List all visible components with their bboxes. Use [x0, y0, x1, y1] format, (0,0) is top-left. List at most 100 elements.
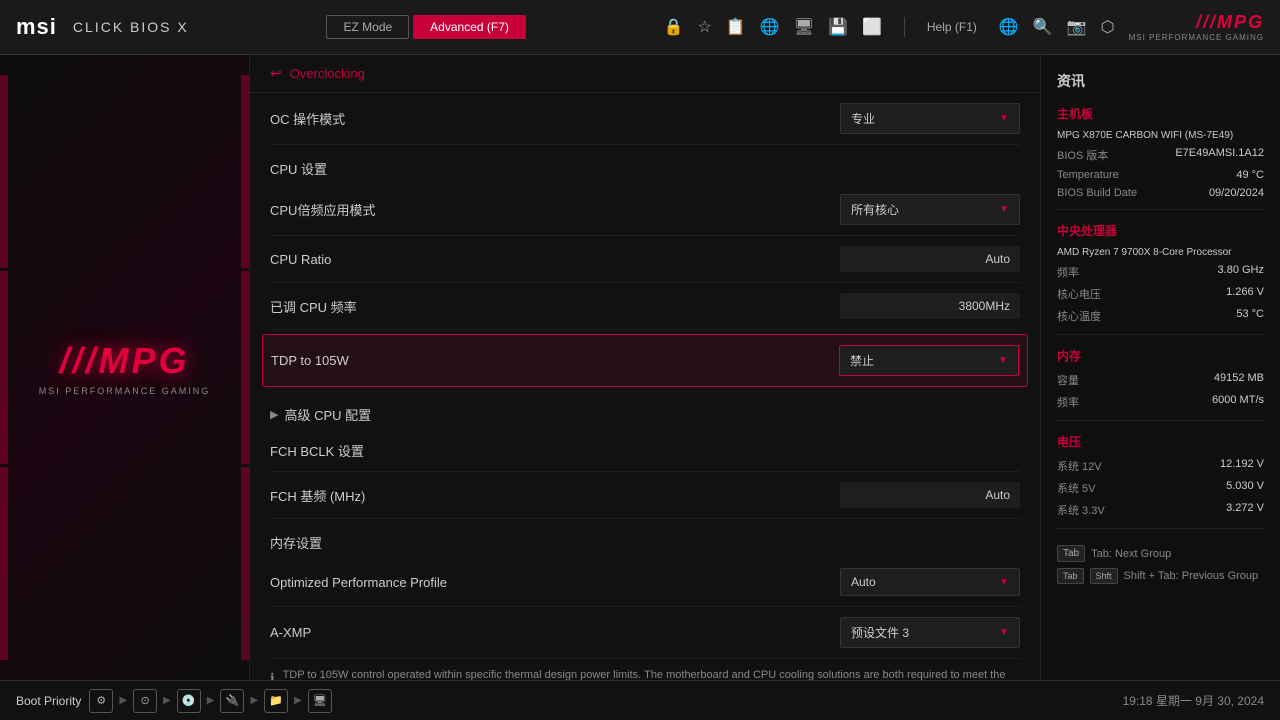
breadcrumb-label[interactable]: Overclocking	[290, 66, 365, 81]
help-button[interactable]: Help (F1)	[927, 20, 977, 34]
capacity-label: 容量	[1057, 372, 1079, 388]
optimized-profile-row: Optimized Performance Profile Auto ▼	[270, 558, 1020, 607]
chip-icon[interactable]: ⬜	[862, 17, 882, 37]
oc-mode-row: OC 操作模式 专业 ▼	[270, 93, 1020, 145]
motherboard-name-row: MPG X870E CARBON WIFI (MS-7E49)	[1057, 130, 1264, 141]
header-nav: EZ Mode Advanced (F7)	[326, 15, 525, 39]
cpu-ratio-row: CPU Ratio Auto	[270, 236, 1020, 283]
camera-icon[interactable]: 📷	[1067, 17, 1087, 37]
save-icon[interactable]: 📋	[726, 17, 746, 37]
bios-build-label: BIOS Build Date	[1057, 187, 1137, 199]
advanced-cpu-label: 高级 CPU 配置	[284, 405, 371, 424]
language-icon[interactable]: 🌐	[760, 17, 780, 37]
oc-mode-dropdown[interactable]: 专业 ▼	[840, 103, 1020, 134]
header-divider	[904, 17, 905, 37]
mpg-brand-logo: ///MPG	[39, 340, 211, 382]
tab-key: Tab	[1057, 545, 1085, 562]
bios-version-value: E7E49AMSI.1A12	[1175, 147, 1264, 163]
shift-tab-hint-row: Tab Shft Shift + Tab: Previous Group	[1057, 568, 1264, 584]
mpg-text: ///MPG	[1196, 12, 1264, 33]
main-layout: ///MPG MSI PERFORMANCE GAMING ↩ Overcloc…	[0, 55, 1280, 680]
settings-list: OC 操作模式 专业 ▼ CPU 设置 CPU倍频应用模式 所有核心 ▼	[250, 93, 1040, 680]
cpu-freq-value: 3.80 GHz	[1218, 264, 1264, 280]
v33-row: 系统 3.3V 3.272 V	[1057, 502, 1264, 518]
bios-version-row: BIOS 版本 E7E49AMSI.1A12	[1057, 147, 1264, 163]
cpu-ratio-mode-row: CPU倍频应用模式 所有核心 ▼	[270, 184, 1020, 236]
display-icon[interactable]: 🖥	[794, 17, 814, 37]
cpu-ratio-value[interactable]: Auto	[840, 246, 1020, 272]
temperature-row: Temperature 49 °C	[1057, 169, 1264, 181]
info-icon: ℹ	[270, 669, 275, 680]
axmp-dropdown[interactable]: 预设文件 3 ▼	[840, 617, 1020, 648]
header-icons: 🔒 ☆ 📋 🌐 🖥 💾 ⬜ Help (F1) 🌐 🔍 📷 ⬡ ///MPG M…	[664, 12, 1264, 42]
memory-settings-header: 内存设置	[270, 519, 1020, 558]
fch-freq-value[interactable]: Auto	[840, 482, 1020, 508]
click-bios-title: CLICK BIOS X	[73, 19, 189, 35]
axmp-value: 预设文件 3	[851, 624, 909, 641]
tab-key-2: Tab	[1057, 568, 1084, 584]
cpu-ratio-mode-dropdown[interactable]: 所有核心 ▼	[840, 194, 1020, 225]
axmp-row: A-XMP 预设文件 3 ▼	[270, 607, 1020, 659]
boot-icons: ⚙ ▶ ⊙ ▶ 💿 ▶ 🔌 ▶ 📁 ▶ 🖥	[89, 689, 332, 713]
footer: Boot Priority ⚙ ▶ ⊙ ▶ 💿 ▶ 🔌 ▶ 📁 ▶ 🖥 19:1…	[0, 680, 1280, 720]
temperature-label: Temperature	[1057, 169, 1119, 181]
core-voltage-value: 1.266 V	[1226, 286, 1264, 302]
storage-icon[interactable]: 💾	[828, 17, 848, 37]
sidebar-line-1	[0, 75, 8, 268]
v12-value: 12.192 V	[1220, 458, 1264, 474]
boot-icon-3[interactable]: 💿	[177, 689, 201, 713]
ez-mode-button[interactable]: EZ Mode	[326, 15, 409, 39]
panel-title: 资讯	[1057, 71, 1264, 91]
globe-icon[interactable]: 🌐	[999, 17, 1019, 37]
capacity-value: 49152 MB	[1214, 372, 1264, 388]
sidebar-right-line-2	[241, 271, 249, 464]
motherboard-name: MPG X870E CARBON WIFI (MS-7E49)	[1057, 130, 1233, 141]
note-content: TDP to 105W control operated within spec…	[283, 667, 1020, 680]
boot-arrow-3: ▶	[207, 695, 215, 706]
cpu-settings-label: CPU 设置	[270, 159, 327, 178]
footer-datetime: 19:18 星期一 9月 30, 2024	[1123, 692, 1264, 709]
bios-build-value: 09/20/2024	[1209, 187, 1264, 199]
cpu-ratio-mode-arrow-icon: ▼	[999, 204, 1009, 215]
optimized-profile-dropdown[interactable]: Auto ▼	[840, 568, 1020, 596]
cpu-name: AMD Ryzen 7 9700X 8-Core Processor	[1057, 247, 1232, 258]
sidebar-right-line-1	[241, 75, 249, 268]
core-temp-label: 核心温度	[1057, 308, 1101, 324]
advanced-cpu-arrow-icon: ▶	[270, 408, 278, 421]
search-icon[interactable]: 🔍	[1033, 17, 1053, 37]
memory-settings-label: 内存设置	[270, 533, 322, 552]
right-panel: 资讯 主机板 MPG X870E CARBON WIFI (MS-7E49) B…	[1040, 55, 1280, 680]
advanced-mode-button[interactable]: Advanced (F7)	[413, 15, 526, 39]
oc-mode-value: 专业	[851, 110, 875, 127]
core-voltage-row: 核心电压 1.266 V	[1057, 286, 1264, 302]
msi-logo: msi	[16, 14, 57, 40]
header-left: msi CLICK BIOS X	[16, 14, 189, 40]
panel-divider-3	[1057, 420, 1264, 421]
lock-icon[interactable]: 🔒	[664, 17, 684, 37]
boot-icon-2[interactable]: ⊙	[133, 689, 157, 713]
adjusted-cpu-freq-value: 3800MHz	[840, 293, 1020, 319]
motherboard-section-title: 主机板	[1057, 105, 1264, 122]
boot-icon-6[interactable]: 🖥	[308, 689, 332, 713]
cpu-freq-label: 频率	[1057, 264, 1079, 280]
mpg-brand: ///MPG MSI PERFORMANCE GAMING	[39, 340, 211, 396]
advanced-cpu-header[interactable]: ▶ 高级 CPU 配置	[270, 391, 1020, 430]
tdp-label: TDP to 105W	[271, 353, 349, 368]
favorite-icon[interactable]: ☆	[698, 17, 712, 37]
boot-icon-4[interactable]: 🔌	[220, 689, 244, 713]
header: msi CLICK BIOS X EZ Mode Advanced (F7) 🔒…	[0, 0, 1280, 55]
panel-divider-1	[1057, 209, 1264, 210]
tdp-dropdown[interactable]: 禁止 ▼	[839, 345, 1019, 376]
power-icon[interactable]: ⬡	[1101, 17, 1115, 37]
tab-hint-label: Tab: Next Group	[1091, 548, 1171, 560]
boot-icon-5[interactable]: 📁	[264, 689, 288, 713]
optimized-profile-arrow-icon: ▼	[999, 577, 1009, 588]
fch-freq-row: FCH 基频 (MHz) Auto	[270, 472, 1020, 519]
boot-icon-1[interactable]: ⚙	[89, 689, 113, 713]
sidebar-lines-left	[0, 55, 8, 680]
core-voltage-label: 核心电压	[1057, 286, 1101, 302]
v12-label: 系统 12V	[1057, 458, 1102, 474]
mem-freq-label: 频率	[1057, 394, 1079, 410]
cpu-settings-header: CPU 设置	[270, 145, 1020, 184]
sidebar-lines-right	[241, 55, 249, 680]
